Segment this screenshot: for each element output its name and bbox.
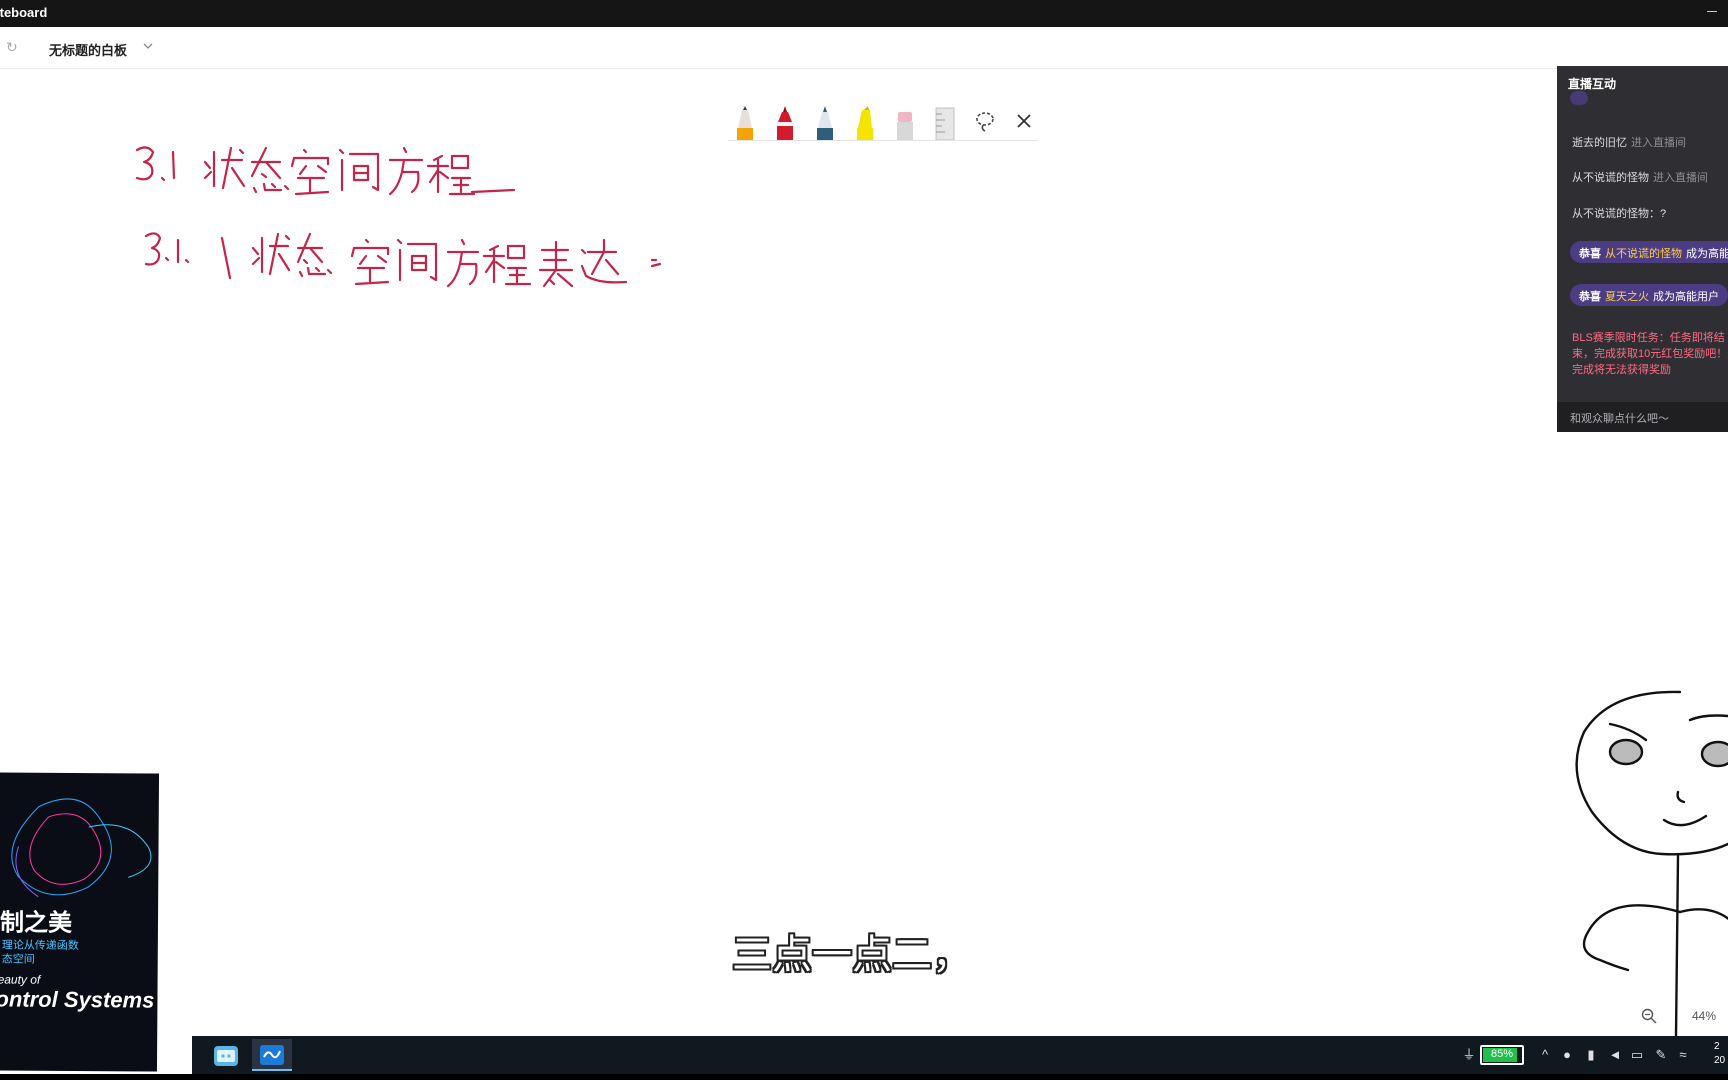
- chat-message: 从不说谎的怪物 进入直播间: [1572, 172, 1708, 184]
- taskbar: ⏚ 85% ^ ● ▮ ◄ ▭ ✎ ≈ 2 20: [192, 1036, 1728, 1074]
- whiteboard-canvas[interactable]: [0, 70, 1560, 1030]
- doc-title[interactable]: 无标题的白板: [49, 40, 127, 59]
- whiteboard-app-icon: [260, 1045, 284, 1065]
- pencil-orange-icon[interactable]: [734, 106, 756, 140]
- chat-system-notice: BLS赛季限时任务：任务即将结束，完成获取10元红包奖励吧！未完成将无法获得奖励: [1572, 332, 1728, 376]
- chat-input[interactable]: 和观众聊点什么吧～: [1557, 402, 1728, 432]
- redo-icon[interactable]: ↻: [6, 39, 22, 55]
- minimize-button[interactable]: [1704, 2, 1720, 20]
- book-cover-image: 制之美 理论从传递函数 态空间 eauty of ontrol Systems: [0, 772, 160, 1072]
- taskbar-app-whiteboard[interactable]: [252, 1039, 292, 1071]
- chat-message: 逝去的旧忆 进入直播间: [1572, 137, 1686, 149]
- stick-figure-drawing: [1575, 690, 1728, 1038]
- chat-title: 直播互动: [1568, 77, 1617, 91]
- book-cover-art: [11, 798, 152, 898]
- live-chat-panel: 直播互动 逝去的旧忆 进入直播间 从不说谎的怪物 进入直播间 从不说谎的怪物：? 恭…: [1557, 66, 1728, 432]
- system-tray: ⏚ 85% ^ ● ▮ ◄ ▭ ✎ ≈ 2 20: [1458, 1036, 1728, 1074]
- window-titlebar: iteboard: [0, 0, 1728, 27]
- ruler-icon[interactable]: [934, 106, 956, 140]
- pen-blue-icon[interactable]: [814, 106, 836, 140]
- bilibili-app-icon: [214, 1046, 238, 1066]
- book-subtitle-cn: 理论从传递函数 态空间: [1, 939, 79, 966]
- marker-red-icon[interactable]: [774, 106, 796, 140]
- chevron-down-icon[interactable]: [141, 39, 155, 53]
- chat-message: 从不说谎的怪物：?: [1572, 208, 1667, 220]
- clock-partial: 2 20: [1714, 1041, 1726, 1066]
- lasso-icon[interactable]: [973, 109, 997, 133]
- battery-tray-icon[interactable]: ▭: [1628, 1046, 1646, 1064]
- volume-icon[interactable]: ◄: [1606, 1046, 1624, 1064]
- pen-toolbar: [728, 103, 1038, 141]
- app-tray-icon[interactable]: ●: [1558, 1046, 1576, 1064]
- taskbar-app-bilibili[interactable]: [206, 1039, 246, 1071]
- book-title-en-2: ontrol Systems: [0, 986, 155, 1013]
- handwritten-subheading: [144, 232, 662, 288]
- zoom-icon[interactable]: [1640, 1007, 1658, 1025]
- power-plug-icon: ⏚: [1462, 1047, 1476, 1062]
- battery-indicator[interactable]: 85%: [1480, 1045, 1524, 1065]
- book-title-en-1: eauty of: [0, 972, 41, 987]
- chat-input-placeholder: 和观众聊点什么吧～: [1570, 413, 1669, 425]
- video-subtitle: 三点一点二，: [732, 932, 972, 978]
- eraser-icon[interactable]: [894, 106, 916, 140]
- chat-highlight-pill: 恭喜从不说谎的怪物成为高能用户: [1570, 241, 1728, 263]
- close-icon[interactable]: [1012, 109, 1036, 133]
- screen: iteboard ↻ 无标题的白板 直播互动 逝去的旧忆 进入直播间 从不说谎的…: [0, 0, 1728, 1080]
- bottom-edge: [0, 1074, 1728, 1080]
- battery-percent: 85%: [1490, 1048, 1514, 1060]
- chevron-up-icon[interactable]: ^: [1536, 1046, 1554, 1064]
- microphone-icon[interactable]: ▮: [1582, 1046, 1600, 1064]
- pen-tray-icon[interactable]: ✎: [1652, 1046, 1670, 1064]
- chat-highlight-pill: 恭喜 夏天之火 成为高能用户: [1570, 284, 1728, 306]
- handwritten-heading: [135, 146, 516, 196]
- zoom-level: 44%: [1692, 1009, 1717, 1023]
- app-header: ↻ 无标题的白板: [0, 27, 1728, 69]
- book-title-cn: 制之美: [0, 907, 73, 937]
- chat-pill-cut: [1570, 91, 1588, 105]
- highlighter-yellow-icon[interactable]: [854, 106, 876, 140]
- window-title: iteboard: [0, 5, 48, 20]
- network-icon[interactable]: ≈: [1674, 1046, 1692, 1064]
